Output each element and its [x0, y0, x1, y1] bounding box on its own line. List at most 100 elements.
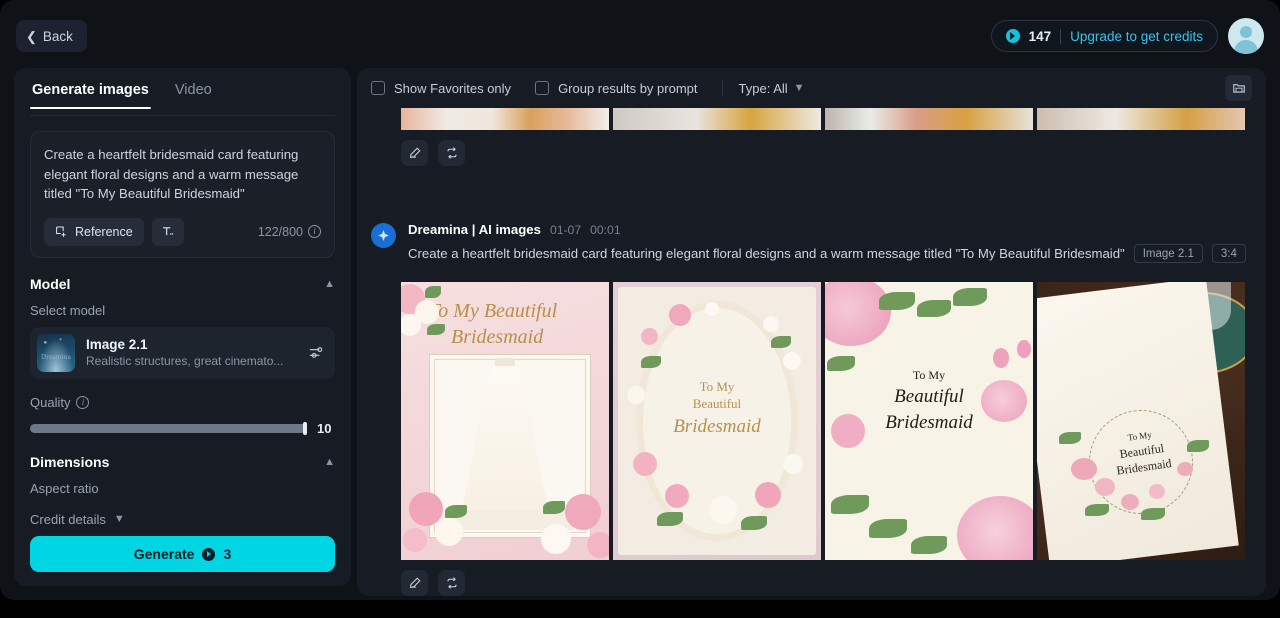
model-card[interactable]: Dreamina Image 2.1 Realistic structures,… [30, 326, 335, 379]
pencil-edit-icon [409, 577, 420, 588]
result-time: 00:01 [590, 223, 621, 237]
dimensions-section-header[interactable]: Dimensions ▲ [30, 454, 335, 470]
result-tag-model: Image 2.1 [1133, 244, 1203, 263]
model-section-title: Model [30, 275, 71, 292]
pill-divider [1060, 28, 1062, 44]
flower-icon [705, 302, 719, 316]
leaf-icon [869, 519, 907, 538]
chevron-left-icon: ❮ [26, 28, 37, 44]
filter-divider [721, 80, 723, 96]
credits-pill[interactable]: 147 Upgrade to get credits [990, 20, 1218, 52]
group-by-prompt-label: Group results by prompt [558, 80, 698, 96]
credit-details-toggle[interactable]: Credit details ▼ [30, 512, 335, 527]
group-by-prompt-checkbox[interactable]: Group results by prompt [535, 80, 698, 96]
checkbox-box[interactable] [535, 81, 550, 95]
aspect-ratio-label: Aspect ratio [30, 480, 99, 496]
result-image-1[interactable]: To My Beautiful Bridesmaid [401, 282, 609, 560]
chevron-up-icon[interactable]: ▲ [324, 456, 335, 468]
reference-button[interactable]: Reference [44, 217, 144, 246]
leaf-icon [657, 512, 683, 526]
flower-icon [401, 314, 421, 336]
regenerate-button[interactable] [438, 140, 465, 166]
flower-icon [633, 452, 657, 476]
text-style-icon [163, 227, 174, 236]
quality-label: Quality [30, 394, 71, 410]
leaf-icon [445, 505, 467, 518]
results-scroll-area[interactable]: Dreamina | AI images 01-07 00:01 Create … [357, 108, 1266, 596]
chevron-down-icon: ▼ [793, 82, 805, 94]
regenerate-button[interactable] [438, 570, 465, 596]
flower-icon [409, 492, 443, 526]
prompt-input[interactable]: Create a heartfelt bridesmaid card featu… [44, 145, 321, 204]
chevron-up-icon[interactable]: ▲ [324, 278, 335, 290]
leaf-icon [771, 336, 791, 348]
previous-result-thumb[interactable] [825, 108, 1033, 130]
previous-result-thumb[interactable] [401, 108, 609, 130]
upgrade-link[interactable]: Upgrade to get credits [1070, 29, 1203, 44]
prompt-counter: 122/800 i [258, 225, 321, 239]
card-art: To My Beautiful Bridesmaid [613, 282, 821, 560]
leaf-icon [1085, 504, 1109, 516]
tab-video[interactable]: Video [173, 74, 214, 108]
quality-slider-row: 10 [30, 421, 335, 436]
flower-icon [565, 494, 601, 530]
previous-result-thumb[interactable] [1037, 108, 1245, 130]
quality-slider[interactable] [30, 421, 307, 435]
checkbox-box[interactable] [371, 81, 385, 95]
result-prompt: Create a heartfelt bridesmaid card featu… [408, 246, 1125, 261]
peony-icon [981, 380, 1027, 422]
credit-coin-icon [202, 547, 216, 561]
model-section-header[interactable]: Model ▲ [30, 276, 335, 292]
peony-icon [825, 282, 891, 346]
type-filter-dropdown[interactable]: Type: All ▼ [739, 81, 805, 96]
credit-details-label: Credit details [30, 511, 106, 527]
leaf-icon [917, 300, 951, 317]
quality-slider-handle[interactable] [303, 421, 307, 435]
leaf-icon [425, 286, 441, 298]
info-icon[interactable]: i [76, 395, 90, 409]
sliders-icon[interactable] [308, 344, 325, 361]
model-thumbnail: Dreamina [37, 333, 75, 372]
result-image-4[interactable]: To My Beautiful Bridesmaid [1037, 282, 1245, 560]
info-icon[interactable]: i [308, 225, 321, 238]
generate-button[interactable]: Generate 3 [30, 536, 335, 572]
prompt-box[interactable]: Create a heartfelt bridesmaid card featu… [30, 131, 335, 258]
result-prompt-row: Create a heartfelt bridesmaid card featu… [408, 244, 1251, 263]
card-art: To My Beautiful Bridesmaid [1037, 282, 1245, 560]
type-filter-label: Type: All [738, 80, 788, 96]
card-art: To My Beautiful Bridesmaid [401, 282, 609, 560]
bud-icon [1017, 340, 1031, 358]
flower-icon [783, 352, 801, 370]
card-1-title: To My Beautiful Bridesmaid [429, 300, 558, 348]
tab-generate-images[interactable]: Generate images [30, 74, 151, 109]
result-image-3[interactable]: To My Beautiful Bridesmaid [825, 282, 1033, 560]
bud-icon [993, 348, 1009, 368]
leaf-icon [831, 495, 869, 514]
text-style-button[interactable] [151, 217, 184, 246]
user-avatar-icon[interactable] [1228, 18, 1264, 54]
leaf-icon [911, 536, 947, 554]
flower-icon [1121, 494, 1139, 510]
edit-button[interactable] [401, 570, 428, 596]
result-image-2[interactable]: To My Beautiful Bridesmaid [613, 282, 821, 560]
edit-button[interactable] [401, 140, 428, 166]
flower-icon [1149, 484, 1165, 499]
previous-result-thumb[interactable] [613, 108, 821, 130]
model-name: Image 2.1 [86, 337, 148, 352]
back-button[interactable]: ❮ Back [16, 20, 87, 52]
dreamina-spark-icon [371, 223, 396, 248]
top-bar: ❮ Back 147 Upgrade to get credits [0, 0, 1280, 72]
flower-icon [1095, 478, 1115, 496]
panel-tabs: Generate images Video [30, 74, 335, 116]
folder-button[interactable] [1225, 75, 1252, 101]
flower-icon [709, 496, 737, 524]
leaf-icon [543, 501, 565, 514]
flower-icon [665, 484, 689, 508]
spark-glyph [378, 230, 389, 241]
leaf-icon [641, 356, 661, 368]
favorites-only-checkbox[interactable]: Show Favorites only [371, 81, 511, 96]
leaf-icon [827, 356, 855, 371]
chevron-down-icon: ▼ [113, 513, 125, 525]
generate-button-label: Generate [133, 546, 195, 562]
generation-settings-panel: Generate images Video Create a heartfelt… [14, 68, 351, 586]
